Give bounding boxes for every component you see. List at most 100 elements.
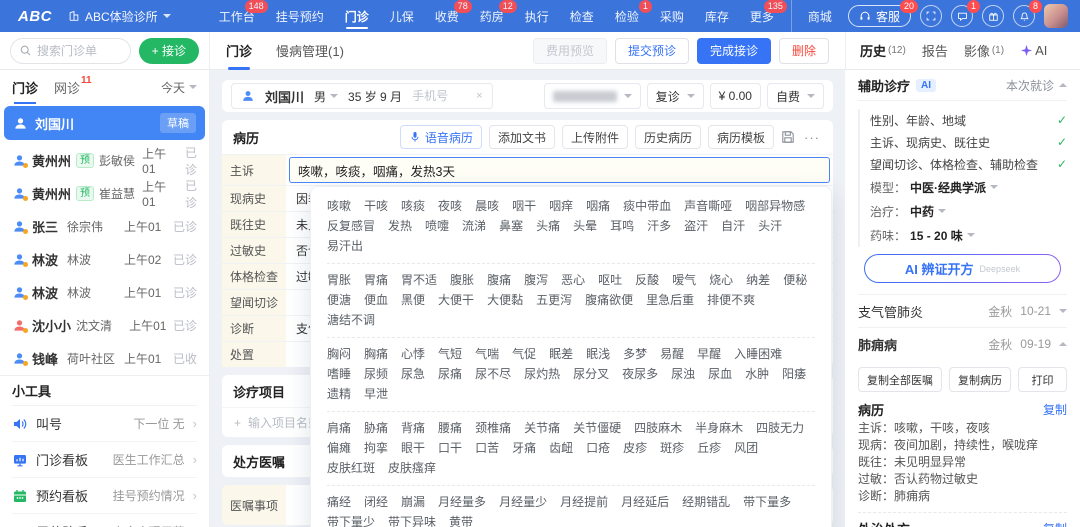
nav-item[interactable]: 收费 78	[435, 0, 472, 32]
patient-row[interactable]: 钱峰 荷叶社区 上午01 已收	[0, 342, 209, 375]
history-panel-tab[interactable]: 历史 (12)	[860, 41, 906, 60]
patient-row[interactable]: 黄州州 预 彭敏侯 上午01 已诊	[0, 144, 209, 177]
ai-prescribe-button[interactable]: AI 辨证开方 Deepseek	[864, 254, 1061, 283]
symptom-tag[interactable]: 带下量少	[327, 515, 375, 527]
symptom-tag[interactable]: 咽痛	[586, 199, 610, 214]
emr-action-button[interactable]: 添加文书	[488, 125, 555, 149]
symptom-tag[interactable]: 肩痛	[327, 421, 351, 436]
symptom-tag[interactable]: 气促	[512, 347, 536, 362]
symptom-tag[interactable]: 尿血	[708, 367, 732, 382]
symptom-tag[interactable]: 拘挛	[364, 441, 388, 456]
symptom-tag[interactable]: 晨咳	[475, 199, 499, 214]
history-panel-tab[interactable]: AI	[1020, 43, 1047, 58]
symptom-tag[interactable]: 五更泻	[536, 293, 572, 308]
symptom-tag[interactable]: 干咳	[364, 199, 388, 214]
symptom-tag[interactable]: 胃不适	[401, 273, 437, 288]
copy-button[interactable]: 复制病历	[949, 367, 1011, 392]
visit-type-select[interactable]: 复诊	[646, 83, 704, 109]
symptom-tag[interactable]: 发热	[388, 219, 412, 234]
symptom-tag[interactable]: 背痛	[401, 421, 425, 436]
symptom-tag[interactable]: 痛经	[327, 495, 351, 510]
symptom-tag[interactable]: 四肢麻木	[634, 421, 682, 436]
user-avatar[interactable]	[1044, 4, 1068, 28]
history-panel-tab[interactable]: 影像 (1)	[964, 41, 1004, 60]
symptom-tag[interactable]: 尿频	[364, 367, 388, 382]
symptom-tag[interactable]: 阳痿	[782, 367, 806, 382]
symptom-tag[interactable]: 斑疹	[660, 441, 684, 456]
symptom-tag[interactable]: 里急后重	[646, 293, 694, 308]
symptom-tag[interactable]: 眼干	[401, 441, 425, 456]
visit-action-button[interactable]: 费用预览	[532, 37, 607, 64]
symptom-tag[interactable]: 头痛	[536, 219, 560, 234]
copy-record-link[interactable]: 复制	[1043, 401, 1067, 418]
gift-button[interactable]	[982, 5, 1004, 27]
save-icon[interactable]	[781, 130, 795, 144]
symptom-tag[interactable]: 水肿	[745, 367, 769, 382]
symptom-tag[interactable]: 月经提前	[560, 495, 608, 510]
symptom-tag[interactable]: 反酸	[635, 273, 659, 288]
symptom-tag[interactable]: 咽部异物感	[745, 199, 805, 214]
nav-item[interactable]: 工作台 148	[219, 0, 268, 32]
symptom-tag[interactable]: 纳差	[746, 273, 770, 288]
phone-input[interactable]	[412, 89, 471, 103]
symptom-tag[interactable]: 风团	[734, 441, 758, 456]
nav-item[interactable]: 药房 12	[480, 0, 517, 32]
symptom-tag[interactable]: 半身麻木	[695, 421, 743, 436]
clear-icon[interactable]: ×	[476, 90, 482, 102]
clinic-switcher[interactable]: ABC体验诊所	[68, 8, 171, 25]
symptom-tag[interactable]: 咽干	[512, 199, 536, 214]
nav-item[interactable]: 检验 1	[615, 0, 652, 32]
assist-option-select[interactable]: 模型： 中医·经典学派	[870, 175, 1067, 199]
patient-row[interactable]: 林波 林波 上午02 已诊	[0, 243, 209, 276]
nav-item[interactable]: 执行	[525, 0, 549, 32]
customer-service-button[interactable]: 客服 20	[847, 0, 918, 27]
symptom-tag[interactable]: 月经延后	[621, 495, 669, 510]
session-toggle[interactable]: 本次就诊	[1006, 77, 1067, 94]
patient-row-selected[interactable]: 刘国川 草稿	[4, 106, 205, 140]
symptom-tag[interactable]: 关节僵硬	[573, 421, 621, 436]
history-visit-row[interactable]: 支气管肺炎 金秋 10-21	[858, 294, 1067, 327]
symptom-tag[interactable]: 鼻塞	[499, 219, 523, 234]
reception-button[interactable]: + 接诊	[138, 37, 199, 64]
symptom-tag[interactable]: 早醒	[697, 347, 721, 362]
symptom-tag[interactable]: 眠差	[549, 347, 573, 362]
symptom-tag[interactable]: 尿分叉	[573, 367, 609, 382]
symptom-tag[interactable]: 自汗	[721, 219, 745, 234]
symptom-tag[interactable]: 盗汗	[684, 219, 708, 234]
symptom-tag[interactable]: 四肢无力	[756, 421, 804, 436]
symptom-tag[interactable]: 排便不爽	[707, 293, 755, 308]
pay-type-select[interactable]: 自费	[766, 83, 824, 109]
symptom-tag[interactable]: 眠浅	[586, 347, 610, 362]
symptom-tag[interactable]: 大便黏	[487, 293, 523, 308]
nav-item[interactable]: 挂号预约	[276, 0, 324, 32]
symptom-tag[interactable]: 头晕	[573, 219, 597, 234]
date-filter[interactable]: 今天	[161, 79, 197, 96]
symptom-tag[interactable]: 胁痛	[364, 421, 388, 436]
symptom-tag[interactable]: 黄带	[449, 515, 473, 527]
symptom-tag[interactable]: 夜尿多	[622, 367, 658, 382]
widget-medication-assistant[interactable]: 用药助手 安全合理用药 ›	[12, 514, 197, 527]
symptom-tag[interactable]: 偏瘫	[327, 441, 351, 456]
symptom-tag[interactable]: 气喘	[475, 347, 499, 362]
symptom-tag[interactable]: 遗精	[327, 387, 351, 402]
patient-row[interactable]: 林波 林波 上午01 已诊	[0, 276, 209, 309]
symptom-tag[interactable]: 齿衄	[549, 441, 573, 456]
symptom-tag[interactable]: 牙痛	[512, 441, 536, 456]
symptom-tag[interactable]: 早泄	[364, 387, 388, 402]
symptom-tag[interactable]: 流涕	[462, 219, 486, 234]
symptom-tag[interactable]: 便溏	[327, 293, 351, 308]
more-icon[interactable]: ···	[802, 130, 822, 145]
tab-online[interactable]: 网诊 11	[54, 70, 92, 104]
symptom-tag[interactable]: 心悸	[401, 347, 425, 362]
symptom-tag[interactable]: 大便干	[438, 293, 474, 308]
nav-item[interactable]: 采购	[660, 0, 684, 32]
symptom-tag[interactable]: 腰痛	[438, 421, 462, 436]
symptom-tag[interactable]: 头汗	[758, 219, 782, 234]
symptom-tag[interactable]: 尿不尽	[475, 367, 511, 382]
symptom-tag[interactable]: 月经量少	[499, 495, 547, 510]
symptom-tag[interactable]: 喷嚏	[425, 219, 449, 234]
redacted-select[interactable]	[543, 83, 641, 109]
chief-complaint-input[interactable]	[289, 157, 830, 183]
symptom-tag[interactable]: 气短	[438, 347, 462, 362]
copy-button[interactable]: 复制全部医嘱	[858, 367, 942, 392]
